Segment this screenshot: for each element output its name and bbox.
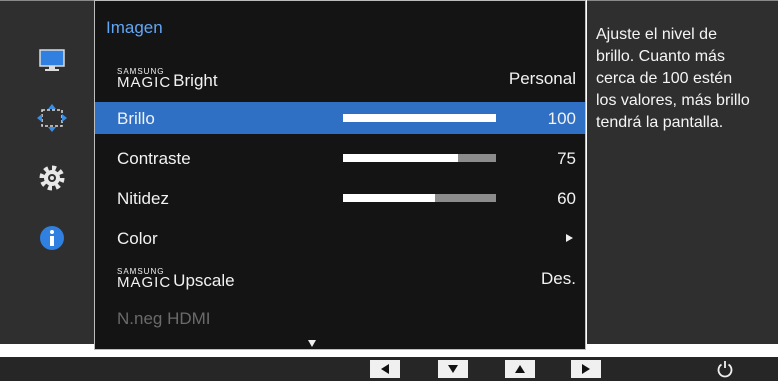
slider-fill bbox=[343, 114, 496, 122]
menu-item-nitidez[interactable]: Nitidez 60 bbox=[95, 182, 585, 214]
info-icon[interactable] bbox=[35, 223, 69, 253]
scroll-down-icon[interactable] bbox=[308, 340, 316, 347]
contrast-slider[interactable] bbox=[343, 154, 496, 162]
menu-item-label: Nitidez bbox=[117, 189, 169, 208]
menu-item-label: Color bbox=[117, 229, 158, 248]
menu-item-color[interactable]: Color bbox=[95, 222, 585, 254]
down-arrow-icon[interactable] bbox=[438, 360, 468, 378]
menu-title: Imagen bbox=[106, 18, 163, 37]
up-arrow-icon[interactable] bbox=[505, 360, 535, 378]
right-arrow-icon[interactable] bbox=[571, 360, 601, 378]
gear-icon[interactable] bbox=[35, 163, 69, 193]
menu-item-label: N.neg HDMI bbox=[117, 309, 211, 328]
menu-item-value: 75 bbox=[557, 149, 576, 168]
menu-item-label: SAMSUNG MAGIC Bright bbox=[117, 67, 218, 91]
menu-item-value: 100 bbox=[547, 109, 576, 128]
slider-fill bbox=[343, 194, 435, 202]
menu-item-value: Des. bbox=[541, 269, 576, 288]
brightness-slider[interactable] bbox=[343, 114, 496, 122]
help-panel: Ajuste el nivel de brillo. Cuanto más ce… bbox=[587, 0, 778, 344]
menu-item-magic-bright[interactable]: SAMSUNG MAGIC Bright Personal bbox=[95, 62, 585, 94]
submenu-arrow-icon bbox=[566, 234, 573, 242]
monitor-icon[interactable] bbox=[35, 46, 69, 76]
left-arrow-icon[interactable] bbox=[370, 360, 400, 378]
category-rail bbox=[0, 0, 94, 344]
samsung-magic-logo: SAMSUNG MAGIC bbox=[117, 267, 172, 291]
osd-screen: Imagen SAMSUNG MAGIC Bright Personal Bri… bbox=[0, 0, 778, 381]
menu-item-label: SAMSUNG MAGIC Upscale bbox=[117, 267, 235, 291]
menu-item-value: 60 bbox=[557, 189, 576, 208]
picture-menu: Imagen SAMSUNG MAGIC Bright Personal Bri… bbox=[94, 0, 586, 350]
menu-item-value: Personal bbox=[508, 69, 576, 88]
menu-item-label: Brillo bbox=[117, 109, 155, 128]
sharpness-slider[interactable] bbox=[343, 194, 496, 202]
menu-item-brillo[interactable]: Brillo 100 bbox=[95, 102, 585, 134]
power-icon[interactable] bbox=[715, 360, 735, 378]
menu-item-contraste[interactable]: Contraste 75 bbox=[95, 142, 585, 174]
menu-item-label: Contraste bbox=[117, 149, 191, 168]
button-guide-bar bbox=[0, 357, 778, 381]
help-text: Ajuste el nivel de brillo. Cuanto más ce… bbox=[596, 26, 750, 131]
resize-icon[interactable] bbox=[35, 103, 69, 133]
samsung-magic-logo: SAMSUNG MAGIC bbox=[117, 67, 172, 91]
menu-item-hdmi-black-level: N.neg HDMI bbox=[95, 302, 585, 334]
slider-fill bbox=[343, 154, 458, 162]
menu-item-magic-upscale[interactable]: SAMSUNG MAGIC Upscale Des. bbox=[95, 262, 585, 294]
